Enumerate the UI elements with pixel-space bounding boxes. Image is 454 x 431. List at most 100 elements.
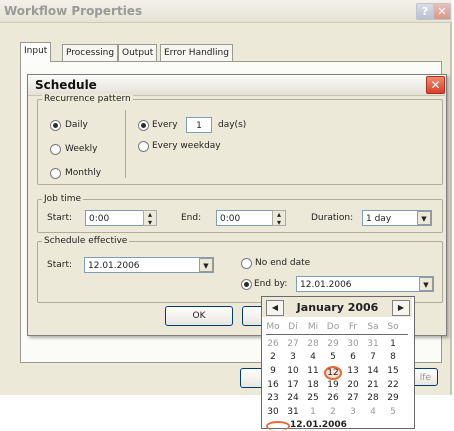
label-monthly: Monthly <box>65 168 102 178</box>
calendar-day[interactable]: 11 <box>304 366 322 376</box>
calendar-day[interactable]: 28 <box>304 339 322 349</box>
calendar-day[interactable]: 24 <box>284 393 302 403</box>
today-marker <box>266 421 290 431</box>
window-title: Workflow Properties <box>4 4 143 18</box>
label-no-end-date: No end date <box>255 258 311 268</box>
radio-every-n-days[interactable] <box>138 120 149 131</box>
calendar-day[interactable]: 2 <box>324 407 342 417</box>
calendar-day[interactable]: 19 <box>324 380 342 390</box>
calendar-day[interactable]: 17 <box>284 380 302 390</box>
job-end-spinner[interactable]: ▴ ▾ <box>272 210 286 227</box>
radio-every-weekday[interactable] <box>138 141 149 152</box>
calendar-day[interactable]: 26 <box>264 339 282 349</box>
calendar-day[interactable]: 13 <box>344 366 362 376</box>
calendar-day[interactable]: 15 <box>384 366 402 376</box>
calendar-day[interactable]: 4 <box>364 407 382 417</box>
calendar-day[interactable]: 28 <box>364 393 382 403</box>
job-time-legend: Job time <box>42 194 84 204</box>
schedule-title: Schedule <box>35 78 97 92</box>
calendar-day[interactable]: 14 <box>364 366 382 376</box>
tab-processing[interactable]: Processing <box>62 44 119 61</box>
effective-start-date[interactable]: 12.01.2006 <box>84 257 214 273</box>
label-effective-start: Start: <box>47 260 73 270</box>
calendar-day[interactable]: 9 <box>264 366 282 376</box>
label-daily: Daily <box>65 120 88 130</box>
radio-monthly[interactable] <box>50 168 61 179</box>
window-close-button[interactable]: ✕ <box>433 3 451 20</box>
calendar-day[interactable]: 21 <box>364 380 382 390</box>
calendar-day[interactable]: 29 <box>324 339 342 349</box>
calendar-day[interactable]: 1 <box>304 407 322 417</box>
calendar-day[interactable]: 16 <box>264 380 282 390</box>
calendar-day[interactable]: 4 <box>304 352 322 362</box>
help-button[interactable]: ? <box>416 3 434 20</box>
calendar-day[interactable]: 1 <box>384 339 402 349</box>
calendar-day[interactable]: 25 <box>304 393 322 403</box>
chevron-right-icon: ▶ <box>397 303 405 312</box>
background-button-label: lfe <box>419 373 431 383</box>
calendar-day[interactable]: 5 <box>384 407 402 417</box>
schedule-close-button[interactable]: ✕ <box>426 76 445 94</box>
calendar-day[interactable]: 27 <box>284 339 302 349</box>
calendar-day[interactable]: 30 <box>344 339 362 349</box>
calendar-month-title: January 2006 <box>296 301 379 314</box>
calendar-separator <box>266 334 408 335</box>
calendar-day[interactable]: 22 <box>384 380 402 390</box>
calendar-day[interactable]: 31 <box>284 407 302 417</box>
calendar-day[interactable]: 3 <box>284 352 302 362</box>
every-days-input[interactable]: 1 <box>186 117 212 133</box>
calendar-day[interactable]: 3 <box>344 407 362 417</box>
chevron-down-icon[interactable]: ▼ <box>417 211 431 225</box>
schedule-effective-legend: Schedule effective <box>42 236 130 246</box>
label-weekly: Weekly <box>65 144 98 154</box>
calendar-day[interactable]: 29 <box>384 393 402 403</box>
calendar-prev-button[interactable]: ◀ <box>266 300 284 316</box>
chevron-left-icon: ◀ <box>271 303 279 312</box>
calendar-day[interactable]: 2 <box>264 352 282 362</box>
calendar-day[interactable]: 6 <box>344 352 362 362</box>
radio-weekly[interactable] <box>50 144 61 155</box>
calendar-day[interactable]: 5 <box>324 352 342 362</box>
calendar-day[interactable]: 23 <box>264 393 282 403</box>
calendar-day[interactable]: 12 <box>324 366 342 380</box>
close-icon: ✕ <box>437 5 447 18</box>
label-every-weekday: Every weekday <box>152 141 221 151</box>
calendar-day[interactable]: 27 <box>344 393 362 403</box>
calendar-day[interactable]: 10 <box>284 366 302 376</box>
radio-end-by[interactable] <box>241 279 252 290</box>
ok-button[interactable]: OK <box>165 306 233 326</box>
calendar-weekday: Di <box>288 322 298 332</box>
label-every: Every <box>152 120 178 130</box>
calendar-day[interactable]: 18 <box>304 380 322 390</box>
recurrence-legend: Recurrence pattern <box>42 94 133 104</box>
calendar-day[interactable]: 31 <box>364 339 382 349</box>
help-icon: ? <box>421 5 429 18</box>
tab-input[interactable]: Input <box>20 42 52 62</box>
chevron-down-icon[interactable]: ▼ <box>199 258 213 272</box>
calendar-weekday: Mo <box>266 322 280 332</box>
label-job-start: Start: <box>47 213 73 223</box>
recurrence-divider <box>125 110 126 178</box>
calendar-day[interactable]: 20 <box>344 380 362 390</box>
tab-output[interactable]: Output <box>118 44 158 61</box>
label-duration: Duration: <box>311 213 354 223</box>
calendar-next-button[interactable]: ▶ <box>392 300 410 316</box>
calendar-weekday: Do <box>326 322 340 332</box>
calendar-day[interactable]: 30 <box>264 407 282 417</box>
radio-daily[interactable] <box>50 120 61 131</box>
tab-error-handling[interactable]: Error Handling <box>160 44 233 61</box>
radio-no-end-date[interactable] <box>241 258 252 269</box>
label-end-by: End by: <box>254 279 288 289</box>
label-job-end: End: <box>181 213 202 223</box>
job-start-spinner[interactable]: ▴ ▾ <box>143 210 157 227</box>
calendar-weekday: Sa <box>367 322 379 332</box>
calendar-day[interactable]: 8 <box>384 352 402 362</box>
calendar-day[interactable]: 7 <box>364 352 382 362</box>
calendar-day[interactable]: 26 <box>324 393 342 403</box>
calendar-weekday: So <box>387 322 399 332</box>
calendar-weekday: Mi <box>307 322 319 332</box>
end-by-date[interactable]: 12.01.2006 <box>296 276 434 292</box>
close-icon: ✕ <box>430 78 441 92</box>
chevron-down-icon[interactable]: ▼ <box>419 277 433 291</box>
calendar-today-label[interactable]: 12.01.2006 <box>290 420 347 430</box>
